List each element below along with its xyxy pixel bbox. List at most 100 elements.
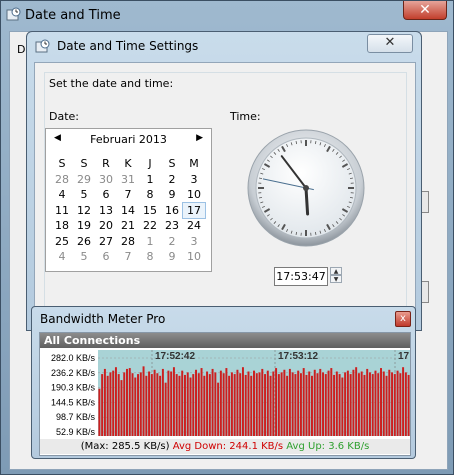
calendar-day[interactable]: 18 xyxy=(51,218,73,234)
bandwidth-bar xyxy=(120,380,123,436)
bandwidth-bar xyxy=(186,372,189,436)
calendar-day[interactable]: 2 xyxy=(161,234,183,250)
bandwidth-bar xyxy=(253,370,255,436)
bandwidth-meter-title: Bandwidth Meter Pro xyxy=(40,312,166,326)
calendar-day[interactable]: 9 xyxy=(161,187,183,203)
bandwidth-bar xyxy=(377,373,380,436)
calendar-day[interactable]: 1 xyxy=(139,172,161,188)
bandwidth-bar xyxy=(114,367,117,436)
calendar-day[interactable]: 7 xyxy=(117,249,139,265)
bandwidth-bar xyxy=(225,368,228,436)
bandwidth-bar xyxy=(230,372,233,436)
bandwidth-bar xyxy=(286,375,289,436)
bandwidth-bar xyxy=(159,375,162,436)
calendar-day[interactable]: 13 xyxy=(95,203,117,219)
calendar-day[interactable]: 14 xyxy=(117,203,139,219)
calendar-day[interactable]: 26 xyxy=(73,234,95,250)
bandwidth-bar xyxy=(145,375,148,436)
bandwidth-bar xyxy=(319,368,322,436)
bandwidth-bar xyxy=(335,371,338,436)
bandwidth-bar xyxy=(131,373,134,436)
weekday-header: S xyxy=(168,157,176,170)
calendar-day[interactable]: 4 xyxy=(51,249,73,265)
bandwidth-bar xyxy=(352,369,355,436)
calendar-day[interactable]: 11 xyxy=(51,203,73,219)
background-button-stub xyxy=(421,191,429,213)
bandwidth-bar xyxy=(172,367,175,436)
bandwidth-bar xyxy=(164,382,167,436)
bandwidth-bar xyxy=(299,373,302,436)
calendar-day[interactable]: 3 xyxy=(183,234,205,250)
bandwidth-close-button[interactable]: x xyxy=(395,311,411,327)
spin-down-button[interactable]: ▼ xyxy=(330,275,342,283)
calendar-day[interactable]: 12 xyxy=(73,203,95,219)
window-close-button[interactable]: ✕ xyxy=(403,1,447,20)
calendar-day[interactable]: 10 xyxy=(183,187,205,203)
calendar-day[interactable]: 20 xyxy=(95,218,117,234)
bandwidth-bar xyxy=(101,374,104,436)
calendar-day[interactable]: 7 xyxy=(117,187,139,203)
bandwidth-bar xyxy=(316,373,319,436)
calendar-day[interactable]: 22 xyxy=(139,218,161,234)
y-axis-label: 98.7 KB/s xyxy=(56,412,96,422)
calendar-day[interactable]: 29 xyxy=(73,172,95,188)
calendar-day[interactable]: 31 xyxy=(117,172,139,188)
bandwidth-bar xyxy=(368,372,371,436)
calendar-day[interactable]: 21 xyxy=(117,218,139,234)
calendar-day[interactable]: 4 xyxy=(51,187,73,203)
bandwidth-bar xyxy=(272,371,275,436)
bandwidth-bar xyxy=(250,375,253,436)
calendar-day[interactable]: 8 xyxy=(139,187,161,203)
bandwidth-bar xyxy=(233,374,236,436)
bandwidth-bar xyxy=(393,374,396,436)
calendar-day[interactable]: 10 xyxy=(183,249,205,265)
bandwidth-bar xyxy=(308,371,311,436)
calendar-day[interactable]: 24 xyxy=(183,218,205,234)
calendar-month-label[interactable]: Februari 2013 xyxy=(46,133,211,149)
bandwidth-bar xyxy=(313,369,316,436)
bandwidth-bar xyxy=(170,371,173,436)
bandwidth-bar xyxy=(396,370,399,436)
calendar-day[interactable]: 23 xyxy=(161,218,183,234)
bandwidth-bar xyxy=(404,372,407,436)
calendar-day[interactable]: 17 xyxy=(182,201,206,219)
next-month-button[interactable]: ▶ xyxy=(196,133,203,143)
calendar-day[interactable]: 6 xyxy=(95,187,117,203)
y-axis-label: 144.5 KB/s xyxy=(51,397,96,407)
bandwidth-bar xyxy=(388,369,391,436)
time-spinner[interactable]: ▲ ▼ xyxy=(330,267,342,284)
calendar-day[interactable]: 15 xyxy=(139,203,161,219)
bandwidth-bar xyxy=(366,368,369,436)
spin-up-button[interactable]: ▲ xyxy=(330,267,342,275)
calendar-day[interactable]: 5 xyxy=(73,249,95,265)
calendar-day[interactable]: 28 xyxy=(117,234,139,250)
calendar-day[interactable]: 9 xyxy=(161,249,183,265)
dialog-close-button[interactable]: ✕ xyxy=(367,34,413,53)
bandwidth-bar xyxy=(280,372,283,436)
calendar-day[interactable]: 27 xyxy=(95,234,117,250)
bandwidth-bar xyxy=(244,374,247,436)
background-button-stub xyxy=(421,281,429,303)
calendar-day[interactable]: 19 xyxy=(73,218,95,234)
bandwidth-bar xyxy=(175,374,178,436)
calendar-day[interactable]: 8 xyxy=(139,249,161,265)
bandwidth-bar xyxy=(258,372,261,436)
calendar-day[interactable]: 1 xyxy=(139,234,161,250)
calendar-day[interactable]: 30 xyxy=(95,172,117,188)
bandwidth-bar xyxy=(222,373,225,436)
calendar-day[interactable]: 3 xyxy=(183,172,205,188)
bandwidth-bar xyxy=(219,370,222,436)
calendar-day[interactable]: 6 xyxy=(95,249,117,265)
calendar-day[interactable]: 28 xyxy=(51,172,73,188)
bandwidth-bar xyxy=(333,374,336,436)
calendar-day[interactable]: 25 xyxy=(51,234,73,250)
time-input[interactable]: 17:53:47 xyxy=(274,267,328,286)
calendar-day[interactable]: 2 xyxy=(161,172,183,188)
calendar-day[interactable]: 5 xyxy=(73,187,95,203)
calendar-day[interactable]: 16 xyxy=(161,203,183,219)
bandwidth-bar xyxy=(134,377,137,436)
avg-up-rate: Avg Up: 3.6 KB/s xyxy=(286,441,370,452)
bandwidth-bar xyxy=(291,372,294,436)
avg-down-rate: Avg Down: 244.1 KB/s xyxy=(172,441,284,452)
weekday-header: J xyxy=(148,157,152,170)
